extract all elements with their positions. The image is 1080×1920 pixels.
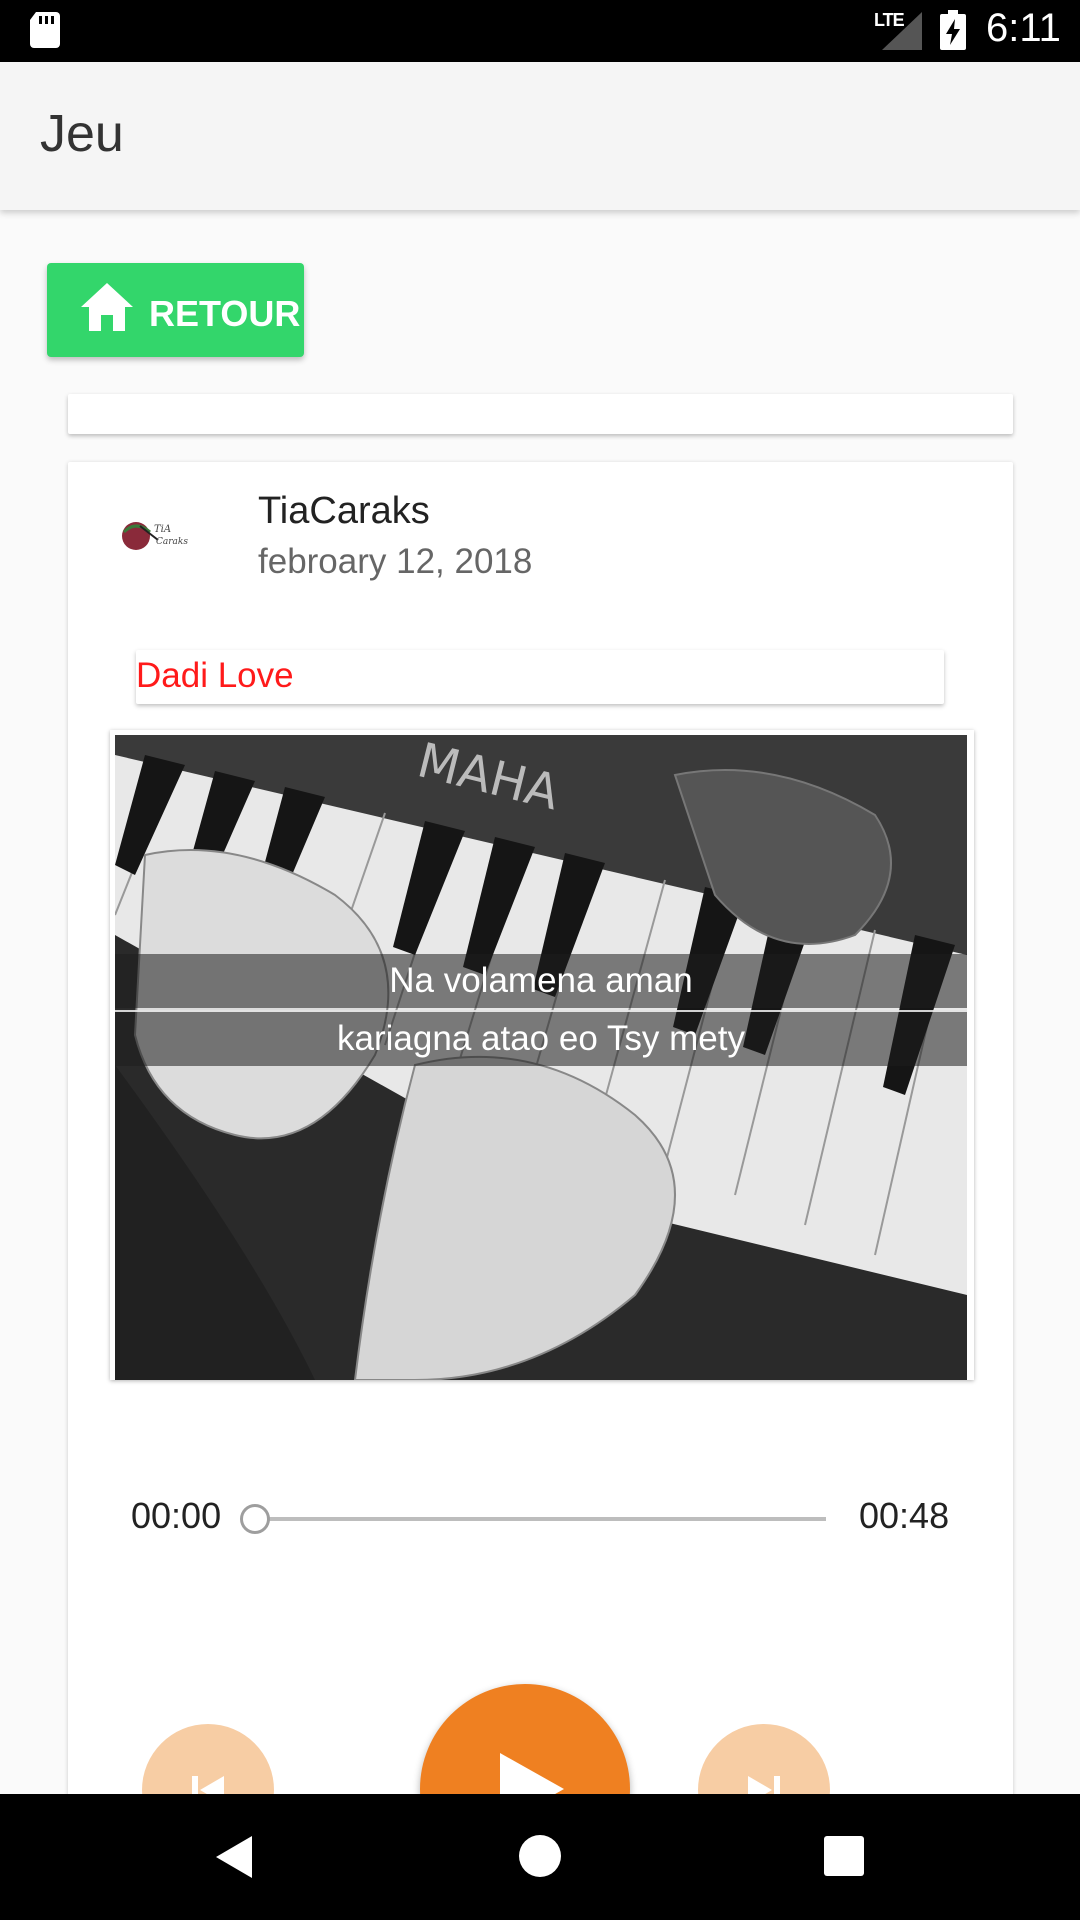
- seek-bar-track[interactable]: [254, 1517, 826, 1521]
- song-title-box: Dadi Love: [136, 650, 944, 704]
- battery-charging-icon: [940, 10, 966, 50]
- post-card: TiA Caraks TiaCaraks febroary 12, 2018 D…: [68, 462, 1013, 1894]
- avatar: TiA Caraks: [122, 522, 188, 550]
- nav-back-icon[interactable]: [214, 1834, 254, 1880]
- header-strip: [68, 394, 1013, 434]
- author-name: TiaCaraks: [258, 490, 430, 532]
- total-duration: 00:48: [859, 1495, 950, 1536]
- page-title: Jeu: [40, 105, 124, 163]
- artwork-image: MAHA Na volamena aman kariagna atao eo T…: [115, 735, 967, 1380]
- system-nav-bar: [0, 1794, 1080, 1920]
- status-bar: LTE 6:11: [0, 0, 1080, 62]
- seek-bar-thumb[interactable]: [240, 1504, 270, 1534]
- album-artwork: MAHA Na volamena aman kariagna atao eo T…: [110, 730, 974, 1380]
- lyric-line-1: Na volamena aman: [115, 954, 967, 1008]
- song-title: Dadi Love: [136, 656, 294, 695]
- app-bar: Jeu: [0, 62, 1080, 210]
- nav-recents-icon[interactable]: [824, 1836, 864, 1876]
- svg-text:Caraks: Caraks: [156, 537, 188, 547]
- back-button[interactable]: RETOUR: [47, 263, 304, 357]
- post-date: febroary 12, 2018: [258, 542, 533, 581]
- nav-home-icon[interactable]: [519, 1835, 561, 1877]
- sd-card-icon: [30, 12, 60, 48]
- back-button-label: RETOUR: [149, 293, 301, 334]
- signal-icon: [882, 12, 922, 50]
- clock: 6:11: [986, 6, 1061, 50]
- home-icon: [81, 283, 133, 331]
- lyric-line-2: kariagna atao eo Tsy mety: [115, 1010, 967, 1066]
- svg-text:TiA: TiA: [154, 524, 171, 535]
- elapsed-time: 00:00: [131, 1495, 222, 1536]
